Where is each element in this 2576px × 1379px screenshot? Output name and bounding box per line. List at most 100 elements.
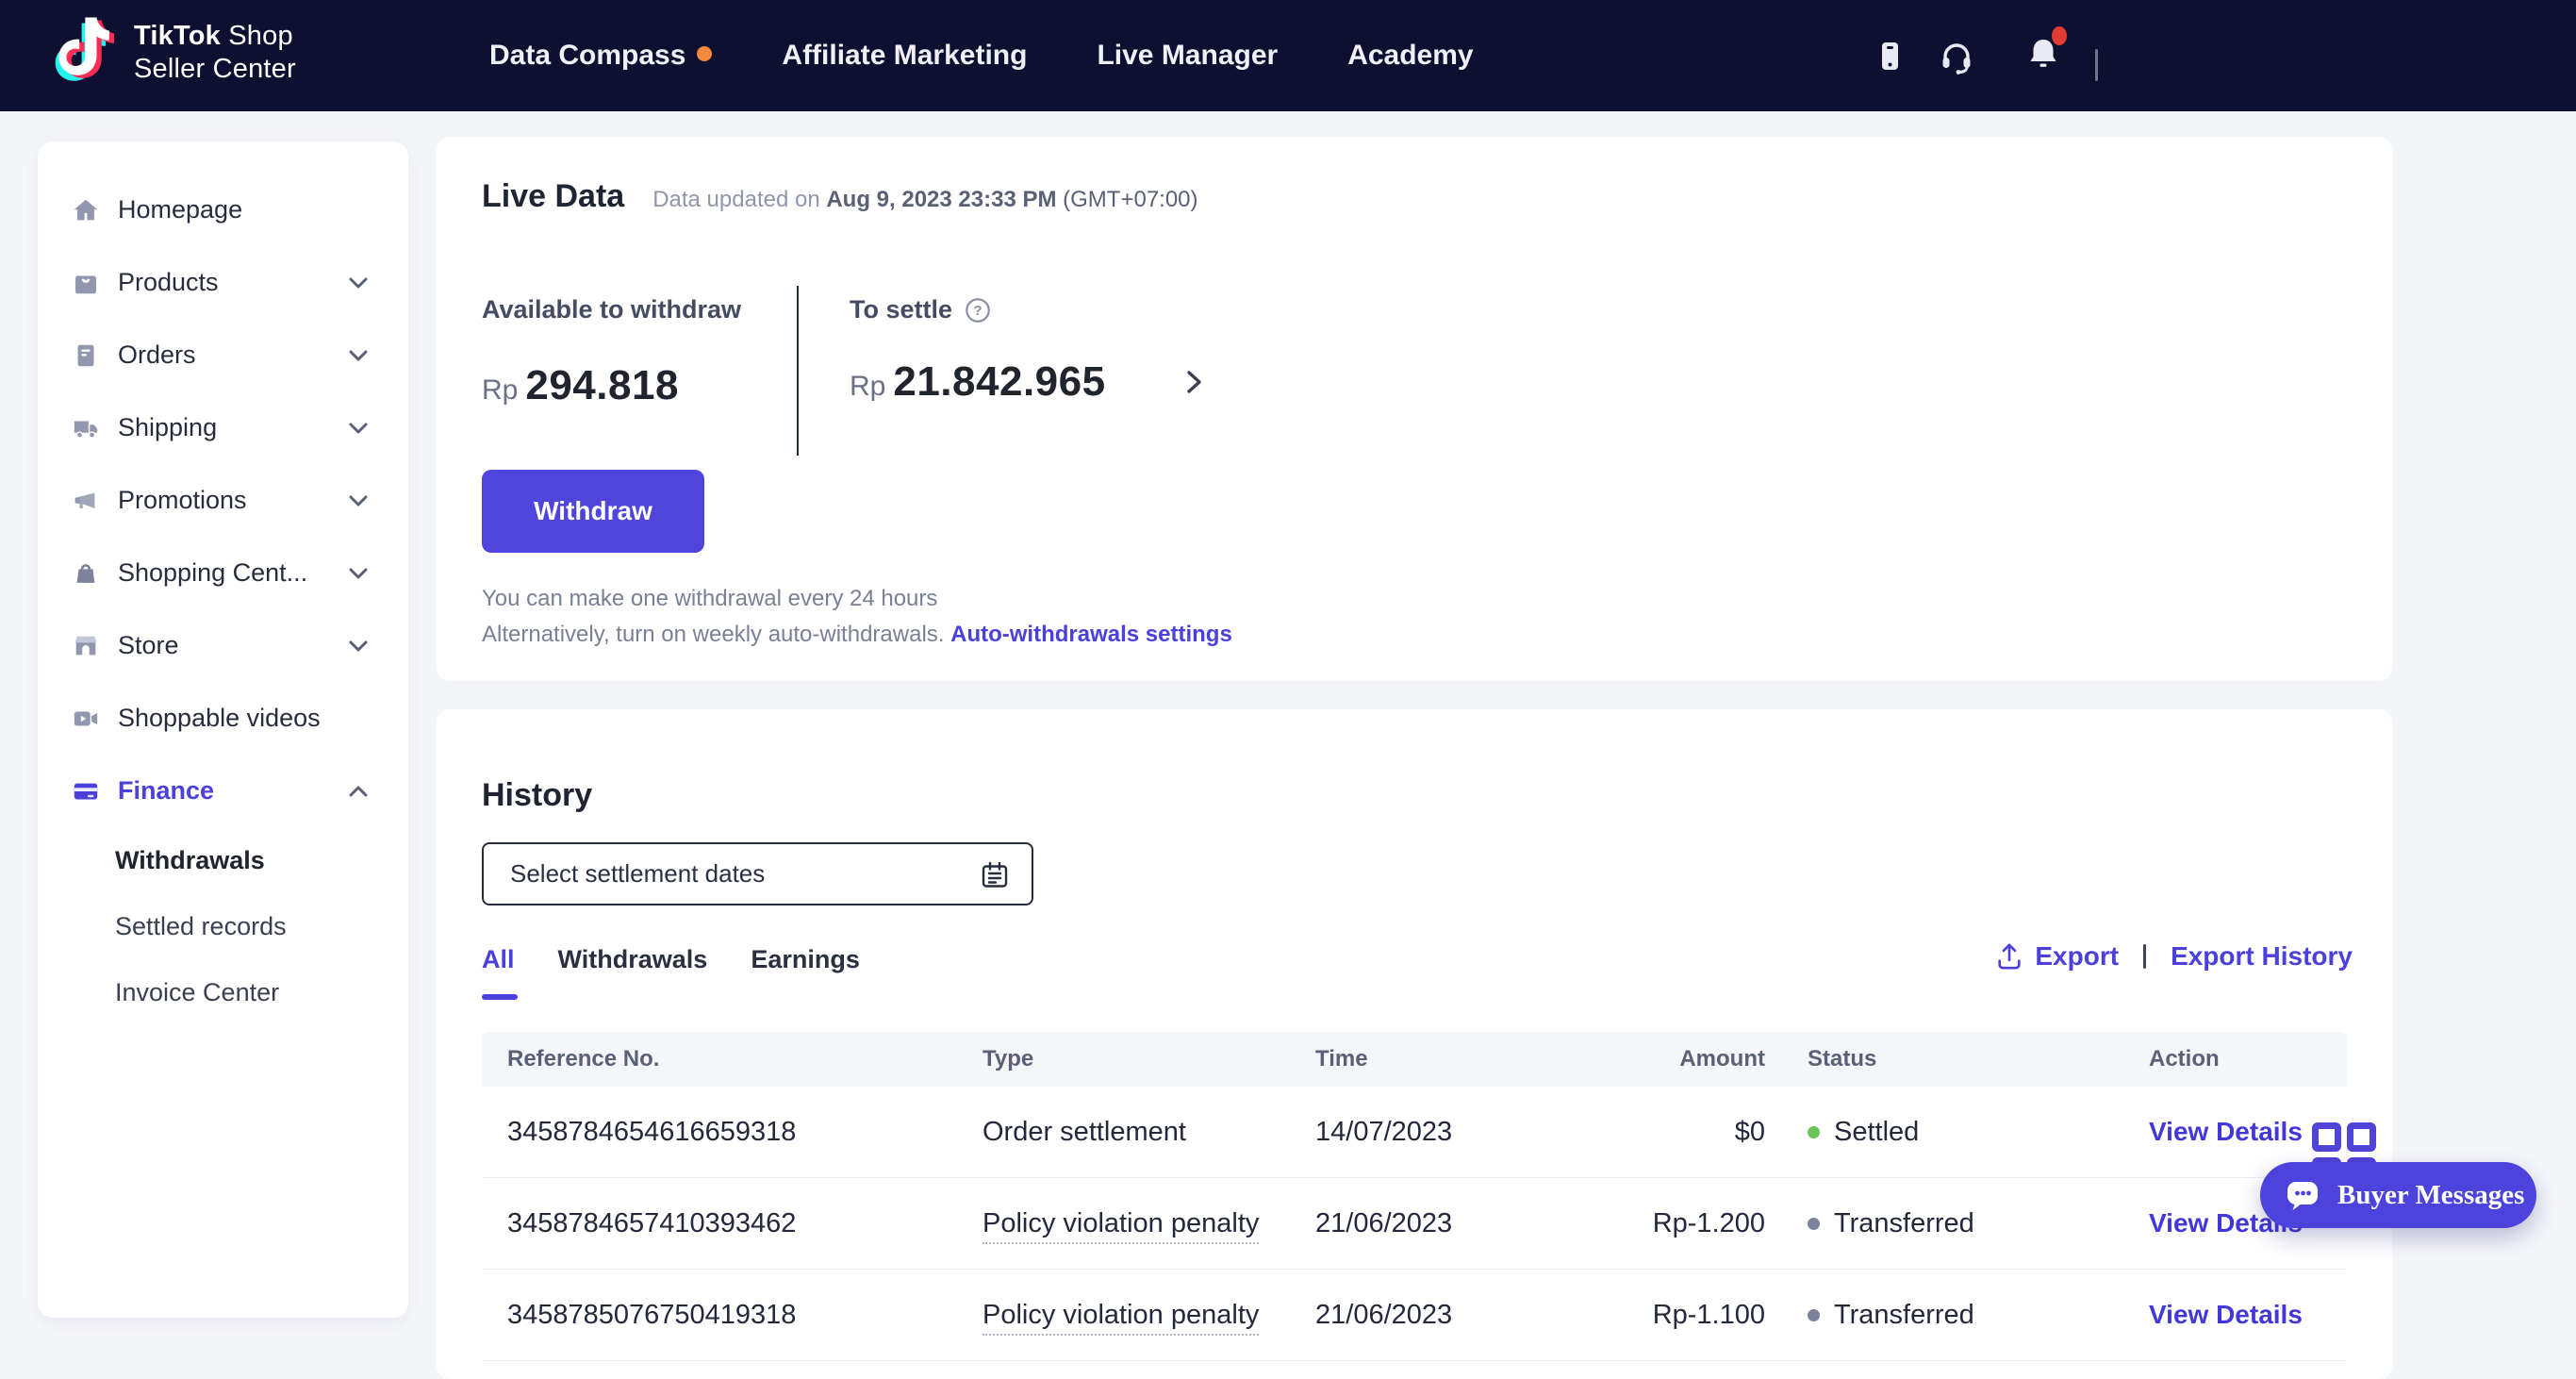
calendar-icon[interactable] bbox=[979, 859, 1011, 891]
transaction-type[interactable]: Policy violation penalty bbox=[958, 1300, 1291, 1331]
chevron-down-icon bbox=[346, 489, 371, 513]
transaction-status: Transferred bbox=[1765, 1300, 2106, 1331]
sidebar-item-homepage[interactable]: Homepage bbox=[38, 174, 408, 246]
export-actions: Export Export History bbox=[1995, 941, 2353, 972]
to-settle-label: To settle ? bbox=[850, 295, 1208, 324]
history-title: History bbox=[482, 777, 592, 814]
mobile-app-icon[interactable] bbox=[1873, 40, 1907, 78]
nav-label: Academy bbox=[1347, 40, 1473, 72]
nav-affiliate-marketing[interactable]: Affiliate Marketing bbox=[782, 40, 1027, 72]
withdrawal-note-line1: You can make one withdrawal every 24 hou… bbox=[482, 586, 937, 612]
stat-divider bbox=[797, 286, 799, 456]
sidebar-item-shoppable-videos[interactable]: Shoppable videos bbox=[38, 682, 408, 755]
nav-label: Live Manager bbox=[1097, 40, 1278, 72]
amount-value: 21.842.965 bbox=[893, 358, 1105, 406]
transaction-status: Settled bbox=[1765, 1117, 2106, 1148]
sidebar-item-promotions[interactable]: Promotions bbox=[38, 464, 408, 537]
nav-data-compass[interactable]: Data Compass bbox=[489, 40, 712, 72]
sidebar-subitem-label: Withdrawals bbox=[115, 846, 265, 875]
available-to-withdraw-stat: Available to withdraw Rp 294.818 bbox=[482, 295, 741, 409]
logo-text: TikTok Shop Seller Center bbox=[134, 20, 296, 86]
tab-earnings[interactable]: Earnings bbox=[751, 945, 860, 974]
sidebar-item-shipping[interactable]: Shipping bbox=[38, 391, 408, 464]
finance-card-icon bbox=[71, 776, 101, 806]
tab-withdrawals[interactable]: Withdrawals bbox=[558, 945, 708, 974]
nav-label: Affiliate Marketing bbox=[782, 40, 1027, 72]
view-details-link[interactable]: View Details bbox=[2149, 1300, 2303, 1329]
column-header-action: Action bbox=[2106, 1046, 2347, 1072]
sidebar: Homepage Products Orders Shipping bbox=[38, 141, 408, 1318]
sidebar-subitem-label: Settled records bbox=[115, 912, 287, 941]
sidebar-subitem-invoice-center[interactable]: Invoice Center bbox=[38, 959, 408, 1025]
support-headset-icon[interactable] bbox=[1939, 40, 1974, 80]
home-icon bbox=[71, 195, 101, 225]
nav-live-manager[interactable]: Live Manager bbox=[1097, 40, 1278, 72]
auto-withdrawals-settings-link[interactable]: Auto-withdrawals settings bbox=[950, 622, 1232, 647]
reference-number: 3458784654616659318 bbox=[482, 1117, 958, 1148]
sidebar-item-finance[interactable]: Finance bbox=[38, 755, 408, 827]
buyer-messages-button[interactable]: Buyer Messages bbox=[2260, 1162, 2536, 1228]
new-badge-dot bbox=[697, 46, 712, 61]
sidebar-item-label: Orders bbox=[118, 341, 346, 370]
chevron-down-icon bbox=[346, 271, 371, 295]
sidebar-item-label: Products bbox=[118, 268, 346, 297]
table-row: 3458784654616659318 Order settlement 14/… bbox=[482, 1087, 2347, 1178]
column-header-reference: Reference No. bbox=[482, 1046, 958, 1072]
currency-prefix: Rp bbox=[850, 371, 885, 403]
storefront-icon bbox=[71, 631, 101, 661]
sidebar-item-products[interactable]: Products bbox=[38, 246, 408, 319]
settlement-date-picker[interactable] bbox=[482, 842, 1033, 905]
column-header-time: Time bbox=[1291, 1046, 1623, 1072]
settlement-date-input[interactable] bbox=[484, 844, 1032, 904]
orders-document-icon bbox=[71, 341, 101, 371]
chevron-down-icon bbox=[346, 416, 371, 440]
sidebar-subitem-settled-records[interactable]: Settled records bbox=[38, 893, 408, 959]
history-tabs: All Withdrawals Earnings bbox=[482, 945, 860, 974]
sidebar-item-label: Shipping bbox=[118, 413, 346, 442]
export-button[interactable]: Export bbox=[1995, 941, 2119, 972]
transaction-type[interactable]: Policy violation penalty bbox=[958, 1208, 1291, 1239]
sidebar-item-orders[interactable]: Orders bbox=[38, 319, 408, 391]
svg-text:?: ? bbox=[973, 303, 982, 319]
nav-academy[interactable]: Academy bbox=[1347, 40, 1473, 72]
tiktok-note-icon bbox=[53, 13, 121, 91]
live-data-header: Live Data Data updated on Aug 9, 2023 23… bbox=[482, 178, 1198, 215]
status-dot bbox=[1808, 1126, 1820, 1138]
sidebar-item-shopping-center[interactable]: Shopping Cent... bbox=[38, 537, 408, 609]
video-camera-icon bbox=[71, 704, 101, 734]
available-to-withdraw-label: Available to withdraw bbox=[482, 295, 741, 324]
to-settle-value: Rp 21.842.965 bbox=[850, 358, 1208, 406]
sidebar-item-store[interactable]: Store bbox=[38, 609, 408, 682]
chevron-up-icon bbox=[346, 779, 371, 804]
data-updated-text: Data updated on Aug 9, 2023 23:33 PM (GM… bbox=[652, 187, 1197, 213]
finance-submenu: Withdrawals Settled records Invoice Cent… bbox=[38, 827, 408, 1025]
tab-all[interactable]: All bbox=[482, 945, 515, 974]
sidebar-item-label: Shoppable videos bbox=[118, 704, 371, 733]
history-table: Reference No. Type Time Amount Status Ac… bbox=[482, 1032, 2347, 1361]
view-details-link[interactable]: View Details bbox=[2149, 1117, 2303, 1146]
sidebar-subitem-withdrawals[interactable]: Withdrawals bbox=[38, 827, 408, 893]
export-history-button[interactable]: Export History bbox=[2171, 941, 2353, 972]
to-settle-stat: To settle ? Rp 21.842.965 bbox=[850, 295, 1208, 406]
reference-number: 3458785076750419318 bbox=[482, 1300, 958, 1331]
currency-prefix: Rp bbox=[482, 374, 518, 407]
transaction-amount: Rp-1.200 bbox=[1623, 1208, 1765, 1239]
tiktok-shop-logo[interactable]: TikTok Shop Seller Center bbox=[53, 13, 296, 91]
amount-value: 294.818 bbox=[525, 362, 679, 409]
transaction-time: 21/06/2023 bbox=[1291, 1300, 1623, 1331]
withdraw-button[interactable]: Withdraw bbox=[482, 470, 704, 553]
sidebar-subitem-label: Invoice Center bbox=[115, 978, 279, 1007]
table-header-row: Reference No. Type Time Amount Status Ac… bbox=[482, 1032, 2347, 1087]
help-circle-icon[interactable]: ? bbox=[964, 296, 992, 324]
chat-bubble-icon bbox=[2285, 1176, 2322, 1214]
chevron-right-icon[interactable] bbox=[1181, 367, 1208, 397]
available-to-withdraw-value: Rp 294.818 bbox=[482, 362, 741, 409]
reference-number: 3458784657410393462 bbox=[482, 1208, 958, 1239]
live-data-title: Live Data bbox=[482, 178, 624, 215]
notifications-bell-icon[interactable] bbox=[2025, 36, 2061, 78]
column-header-amount: Amount bbox=[1623, 1046, 1765, 1072]
export-divider bbox=[2143, 944, 2146, 969]
topbar-divider bbox=[2095, 49, 2098, 81]
sidebar-item-label: Shopping Cent... bbox=[118, 558, 346, 588]
history-card: History All Withdrawals Earnings bbox=[437, 709, 2392, 1379]
